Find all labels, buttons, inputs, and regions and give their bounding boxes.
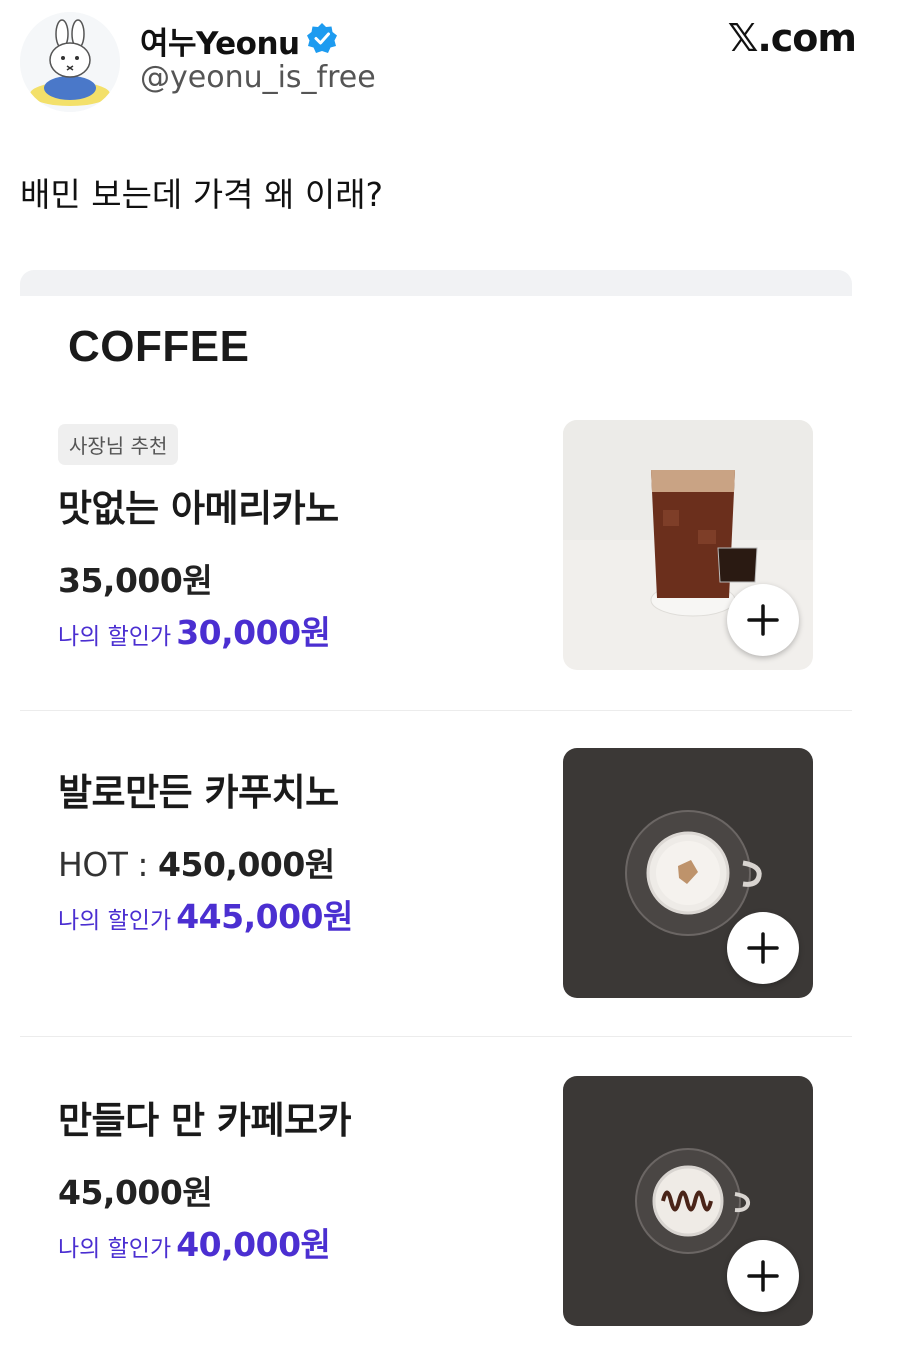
tweet-text: 배민 보는데 가격 왜 이래?	[20, 175, 384, 214]
discount-label: 나의 할인가	[58, 624, 172, 650]
plus-icon	[747, 604, 779, 636]
user-handle[interactable]: @yeonu_is_free	[140, 60, 376, 95]
embedded-app-screenshot: COFFEE 사장님 추천 맛없는 아메리카노 35,000원 나의 할인가 3…	[20, 270, 852, 1363]
menu-item[interactable]: 만들다 만 카페모카 45,000원 나의 할인가 40,000원	[20, 1076, 852, 1363]
discount-label: 나의 할인가	[58, 908, 172, 934]
menu-item-price: 35,000원	[58, 561, 213, 600]
recommend-badge: 사장님 추천	[58, 424, 179, 465]
menu-section-title: COFFEE	[68, 322, 250, 371]
avatar[interactable]	[20, 12, 120, 112]
menu-item-discount: 나의 할인가 30,000원	[58, 606, 331, 654]
add-to-cart-button[interactable]	[727, 1240, 799, 1312]
menu-item[interactable]: 발로만든 카푸치노 HOT : 450,000원 나의 할인가 445,000원	[20, 748, 852, 1038]
discount-price: 30,000원	[176, 613, 331, 652]
menu-item[interactable]: 사장님 추천 맛없는 아메리카노 35,000원 나의 할인가 30,000원	[20, 420, 852, 710]
menu-item-discount: 나의 할인가 40,000원	[58, 1218, 331, 1266]
display-name[interactable]: 여누Yeonu	[140, 18, 300, 63]
plus-icon	[747, 932, 779, 964]
discount-price: 40,000원	[176, 1225, 331, 1264]
screenshot-top-edge	[20, 270, 852, 296]
verified-badge-icon	[307, 23, 337, 53]
menu-item-name: 발로만든 카푸치노	[58, 771, 339, 814]
cappuccino-image[interactable]	[563, 748, 813, 998]
menu-item-name: 만들다 만 카페모카	[58, 1099, 352, 1142]
discount-label: 나의 할인가	[58, 1236, 172, 1262]
menu-item-name: 맛없는 아메리카노	[58, 487, 339, 530]
item-divider	[20, 710, 852, 711]
plus-icon	[747, 1260, 779, 1292]
discount-price: 445,000원	[176, 897, 353, 936]
bunny-avatar-icon	[20, 12, 120, 112]
menu-item-discount: 나의 할인가 445,000원	[58, 890, 353, 938]
item-divider	[20, 1036, 852, 1037]
x-logo: 𝕏.com	[727, 16, 857, 60]
add-to-cart-button[interactable]	[727, 912, 799, 984]
menu-item-price: HOT : 450,000원	[58, 845, 335, 884]
menu-item-price: 45,000원	[58, 1173, 213, 1212]
iced-americano-image[interactable]	[563, 420, 813, 670]
cafe-mocha-image[interactable]	[563, 1076, 813, 1326]
add-to-cart-button[interactable]	[727, 584, 799, 656]
